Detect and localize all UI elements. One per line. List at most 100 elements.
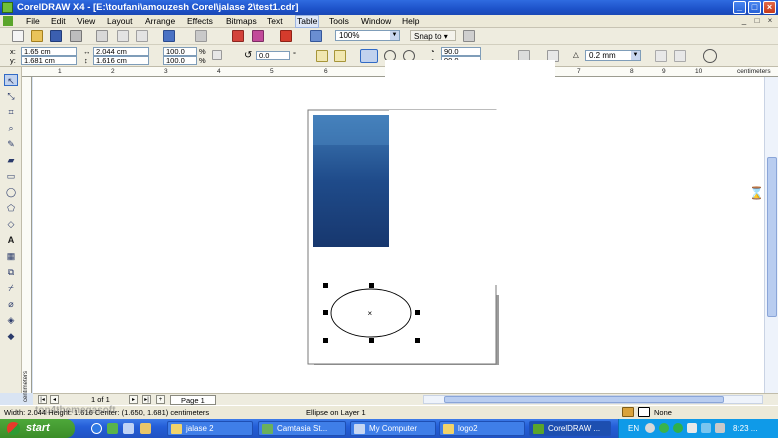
tray-device-icon[interactable] [715, 423, 725, 433]
application-launcher-icon[interactable] [280, 30, 292, 42]
zoom-tool-icon[interactable]: ⌕ [4, 122, 18, 134]
start-button[interactable]: start [0, 419, 75, 438]
new-icon[interactable] [12, 30, 24, 42]
tray-help-icon[interactable] [645, 423, 655, 433]
start-angle-icon: ◔ [430, 47, 435, 56]
mirror-vertical-icon[interactable] [334, 50, 346, 62]
outline-width-value: 0.2 mm [589, 51, 616, 60]
doc-close-button[interactable]: × [765, 16, 775, 26]
start-angle-field[interactable]: 90.0 [441, 47, 481, 56]
taskbar-item-camtasia[interactable]: Camtasia St... [258, 421, 346, 436]
ellipse-mode-button[interactable] [360, 49, 378, 63]
taskbar-item-logo2[interactable]: logo2 [439, 421, 525, 436]
quick-launch-ie-icon[interactable] [91, 423, 102, 434]
undo-icon[interactable] [163, 30, 175, 42]
shape-tool-icon[interactable]: ⤡ [4, 90, 18, 102]
horizontal-scroll-thumb[interactable] [444, 396, 724, 403]
title-bar: CorelDRAW X4 - [E:\toufani\amouzesh Core… [0, 0, 778, 15]
polygon-tool-icon[interactable]: ⬠ [4, 202, 18, 214]
width-field[interactable]: 2.044 cm [93, 47, 149, 56]
table-tool-icon[interactable]: ▦ [4, 250, 18, 262]
tray-security-icon[interactable] [673, 423, 683, 433]
y-position-field[interactable]: 1.681 cm [21, 56, 77, 65]
taskbar-item-coreldraw[interactable]: CorelDRAW ... [529, 421, 611, 436]
vertical-ruler[interactable]: centimeters [22, 77, 32, 402]
interactive-fill-tool-icon[interactable]: ◆ [4, 330, 18, 342]
copy-icon[interactable] [117, 30, 129, 42]
save-icon[interactable] [50, 30, 62, 42]
menu-window[interactable]: Window [361, 16, 391, 27]
tray-network-icon[interactable] [659, 423, 669, 433]
smart-fill-tool-icon[interactable]: ▰ [4, 154, 18, 166]
horizontal-scrollbar[interactable] [423, 395, 763, 404]
options-icon[interactable] [463, 30, 475, 42]
welcome-screen-icon[interactable] [310, 30, 322, 42]
scale-width-field[interactable]: 100.0 [163, 47, 197, 56]
menu-arrange[interactable]: Arrange [145, 16, 175, 27]
menu-effects[interactable]: Effects [187, 16, 213, 27]
convert-to-curves-icon[interactable] [703, 49, 717, 63]
crop-tool-icon[interactable]: ⌗ [4, 106, 18, 118]
eyedropper-tool-icon[interactable]: ⌿ [4, 282, 18, 294]
language-indicator[interactable]: EN [628, 419, 639, 438]
tab-page-1[interactable]: Page 1 [170, 395, 216, 405]
rotation-field[interactable]: 0.0 [256, 51, 290, 60]
print-icon[interactable] [70, 30, 82, 42]
cut-icon[interactable] [96, 30, 108, 42]
export-icon[interactable] [252, 30, 264, 42]
document-icon[interactable] [3, 16, 13, 26]
menu-view[interactable]: View [77, 16, 95, 27]
open-icon[interactable] [31, 30, 43, 42]
scale-height-field[interactable]: 100.0 [163, 56, 197, 65]
quick-launch-desktop-icon[interactable] [123, 423, 134, 434]
import-icon[interactable] [232, 30, 244, 42]
tray-display-icon[interactable] [701, 423, 711, 433]
menu-help[interactable]: Help [402, 16, 419, 27]
x-position-field[interactable]: 1.65 cm [21, 47, 77, 56]
menu-tools[interactable]: Tools [329, 16, 349, 27]
mirror-horizontal-icon[interactable] [316, 50, 328, 62]
blend-tool-icon[interactable]: ⧉ [4, 266, 18, 278]
minimize-button[interactable]: _ [733, 1, 746, 14]
vertical-scrollbar[interactable] [764, 77, 778, 393]
taskbar-item-my-computer[interactable]: My Computer [350, 421, 436, 436]
taskbar-item-jalase-2[interactable]: jalase 2 [167, 421, 253, 436]
zoom-level-select[interactable]: 100% ▼ [335, 30, 400, 41]
rectangle-tool-icon[interactable]: ▭ [4, 170, 18, 182]
lock-ratio-icon[interactable] [212, 50, 222, 60]
doc-restore-button[interactable]: □ [752, 16, 762, 26]
front-icon[interactable] [655, 50, 667, 62]
menu-file[interactable]: File [26, 16, 40, 27]
text-tool-icon[interactable]: A [4, 234, 18, 246]
next-page-button[interactable]: ▸ [129, 395, 138, 404]
maximize-button[interactable]: □ [748, 1, 761, 14]
outline-tool-icon[interactable]: ⌀ [4, 298, 18, 310]
quick-launch-extra-icon[interactable] [140, 423, 151, 434]
menu-bitmaps[interactable]: Bitmaps [226, 16, 257, 27]
back-icon[interactable] [674, 50, 686, 62]
tray-volume-icon[interactable] [687, 423, 697, 433]
pick-tool-icon[interactable]: ↖ [4, 74, 18, 86]
basic-shapes-tool-icon[interactable]: ◇ [4, 218, 18, 230]
menu-layout[interactable]: Layout [107, 16, 133, 27]
menu-edit[interactable]: Edit [51, 16, 66, 27]
ellipse-tool-icon[interactable]: ◯ [4, 186, 18, 198]
freehand-tool-icon[interactable]: ✎ [4, 138, 18, 150]
add-page-button[interactable]: + [156, 395, 165, 404]
redo-icon[interactable] [195, 30, 207, 42]
last-page-button[interactable]: ▸| [142, 395, 151, 404]
scroll-thumb[interactable] [767, 157, 777, 317]
paste-icon[interactable] [136, 30, 148, 42]
fill-tool-icon[interactable]: ◈ [4, 314, 18, 326]
snap-to-button[interactable]: Snap to ▾ [410, 30, 456, 41]
doc-minimize-button[interactable]: _ [739, 16, 749, 26]
close-button[interactable]: × [763, 1, 776, 14]
previous-page-button[interactable]: ◂ [50, 395, 59, 404]
drawing-canvas[interactable]: × ⌛ [33, 77, 764, 393]
quick-launch-media-icon[interactable] [107, 423, 118, 434]
first-page-button[interactable]: |◂ [38, 395, 47, 404]
outline-width-select[interactable]: 0.2 mm ▼ [585, 50, 641, 61]
menu-text[interactable]: Text [267, 16, 283, 27]
height-field[interactable]: 1.616 cm [93, 56, 149, 65]
menu-table[interactable]: Table [295, 15, 320, 28]
